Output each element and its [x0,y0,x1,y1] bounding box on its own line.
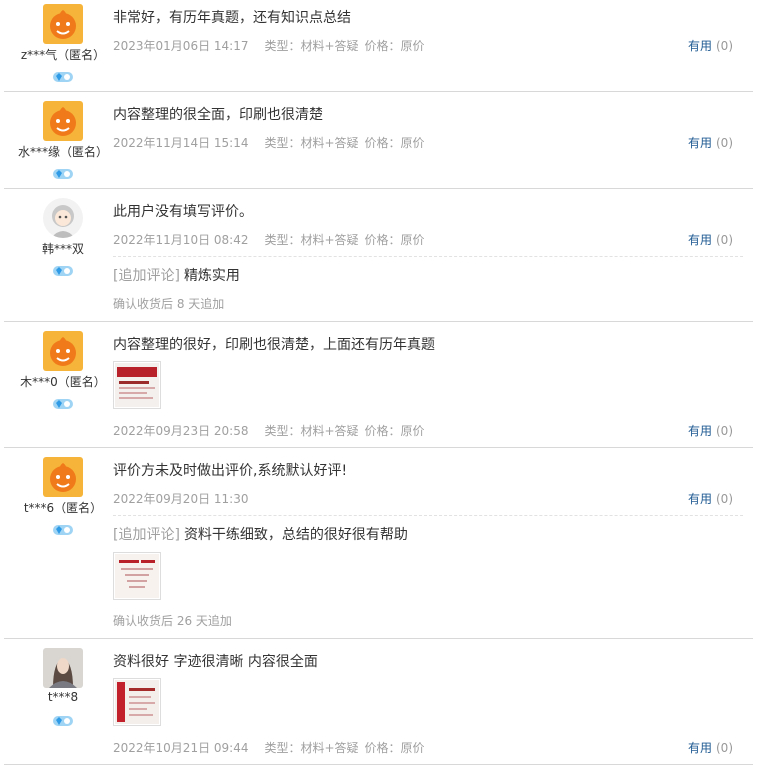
append-timing: 确认收货后 8 天追加 [113,297,225,311]
review-item: t***6（匿名） 评价方未及时做出评价,系统默认好评! 2022年09月20日… [4,448,753,639]
vip-gem-icon [51,395,75,409]
append-tag: [追加评论] [113,527,180,543]
review-date: 2022年09月20日 11:30 [113,492,249,506]
review-type: 类型：材料+答疑 [264,39,359,53]
append-text: 资料干练细致，总结的很好很有帮助 [183,527,408,543]
review-item: 水***缘（匿名） 内容整理的很全面，印刷也很清楚 2022年11月14日 15… [4,92,753,189]
review-item: 韩***双 此用户没有填写评价。 2022年11月10日 08:42 类型：材料+… [4,189,753,322]
useful-label[interactable]: 有用 [688,233,712,247]
user-name: t***8 [47,690,79,704]
review-price: 价格：原价 [364,233,425,247]
useful-label[interactable]: 有用 [688,424,712,438]
useful-count: (0) [716,492,733,506]
useful-label[interactable]: 有用 [688,741,712,755]
review-item: t***8 资料很好 字迹很清晰 内容很全面 2022年10月21日 09:44… [4,639,753,765]
review-meta: 2022年09月23日 20:58 类型：材料+答疑 价格：原价 [113,422,425,439]
review-price: 价格：原价 [364,741,425,755]
user-avatar [43,331,83,371]
review-type: 类型：材料+答疑 [264,136,359,150]
review-content: 资料很好 字迹很清晰 内容很全面 [113,654,318,670]
review-date: 2022年09月23日 20:58 [113,424,249,438]
review-meta: 2022年11月14日 15:14 类型：材料+答疑 价格：原价 [113,134,425,151]
useful-count: (0) [716,424,733,438]
append-timing: 确认收货后 26 天追加 [113,614,232,628]
useful-button[interactable]: 有用 (0) [688,231,733,248]
review-content: 评价方未及时做出评价,系统默认好评! [113,463,348,479]
review-photo[interactable] [113,552,161,600]
useful-count: (0) [716,741,733,755]
review-date: 2023年01月06日 14:17 [113,39,249,53]
useful-count: (0) [716,39,733,53]
user-avatar [43,4,83,44]
review-date: 2022年11月10日 08:42 [113,233,249,247]
user-name: z***气（匿名） [20,48,106,62]
user-name: 水***缘（匿名） [17,145,108,159]
appended-review: [追加评论] 资料干练细致，总结的很好很有帮助 [113,524,408,544]
review-type: 类型：材料+答疑 [264,424,359,438]
user-avatar [43,648,83,688]
user-name: t***6（匿名） [23,501,103,515]
review-meta: 2022年11月10日 08:42 类型：材料+答疑 价格：原价 [113,231,425,248]
review-date: 2022年10月21日 09:44 [113,741,249,755]
vip-gem-icon [51,165,75,179]
review-item: 木***0（匿名） 内容整理的很好，印刷也很清楚，上面还有历年真题 2022年0… [4,322,753,448]
user-name: 韩***双 [41,242,84,256]
review-content: 非常好，有历年真题，还有知识点总结 [113,10,351,26]
useful-label[interactable]: 有用 [688,39,712,53]
useful-count: (0) [716,136,733,150]
useful-label[interactable]: 有用 [688,136,712,150]
review-type: 类型：材料+答疑 [264,741,359,755]
vip-gem-icon [51,262,75,276]
review-content: 内容整理的很好，印刷也很清楚，上面还有历年真题 [113,337,435,353]
user-avatar [43,101,83,141]
useful-button[interactable]: 有用 (0) [688,134,733,151]
user-avatar [43,457,83,497]
useful-button[interactable]: 有用 (0) [688,37,733,54]
useful-button[interactable]: 有用 (0) [688,739,733,756]
review-price: 价格：原价 [364,136,425,150]
user-name: 木***0（匿名） [20,375,106,389]
review-content: 内容整理的很全面，印刷也很清楚 [113,107,323,123]
vip-gem-icon [51,712,75,726]
append-text: 精炼实用 [183,268,240,284]
review-price: 价格：原价 [364,39,425,53]
useful-label[interactable]: 有用 [688,492,712,506]
review-photo[interactable] [113,361,161,409]
vip-gem-icon [51,521,75,535]
append-divider [113,515,743,516]
review-meta: 2022年09月20日 11:30 [113,490,248,507]
useful-count: (0) [716,233,733,247]
vip-gem-icon [51,68,75,82]
review-photo[interactable] [113,678,161,726]
review-date: 2022年11月14日 15:14 [113,136,249,150]
appended-review: [追加评论] 精炼实用 [113,265,240,285]
useful-button[interactable]: 有用 (0) [688,490,733,507]
review-item: z***气（匿名） 非常好，有历年真题，还有知识点总结 2023年01月06日 … [4,0,753,92]
append-tag: [追加评论] [113,268,180,284]
user-avatar [43,198,83,238]
useful-button[interactable]: 有用 (0) [688,422,733,439]
review-content: 此用户没有填写评价。 [113,204,253,220]
review-price: 价格：原价 [364,424,425,438]
append-divider [113,256,743,257]
review-meta: 2022年10月21日 09:44 类型：材料+答疑 价格：原价 [113,739,425,756]
review-type: 类型：材料+答疑 [264,233,359,247]
review-meta: 2023年01月06日 14:17 类型：材料+答疑 价格：原价 [113,37,425,54]
